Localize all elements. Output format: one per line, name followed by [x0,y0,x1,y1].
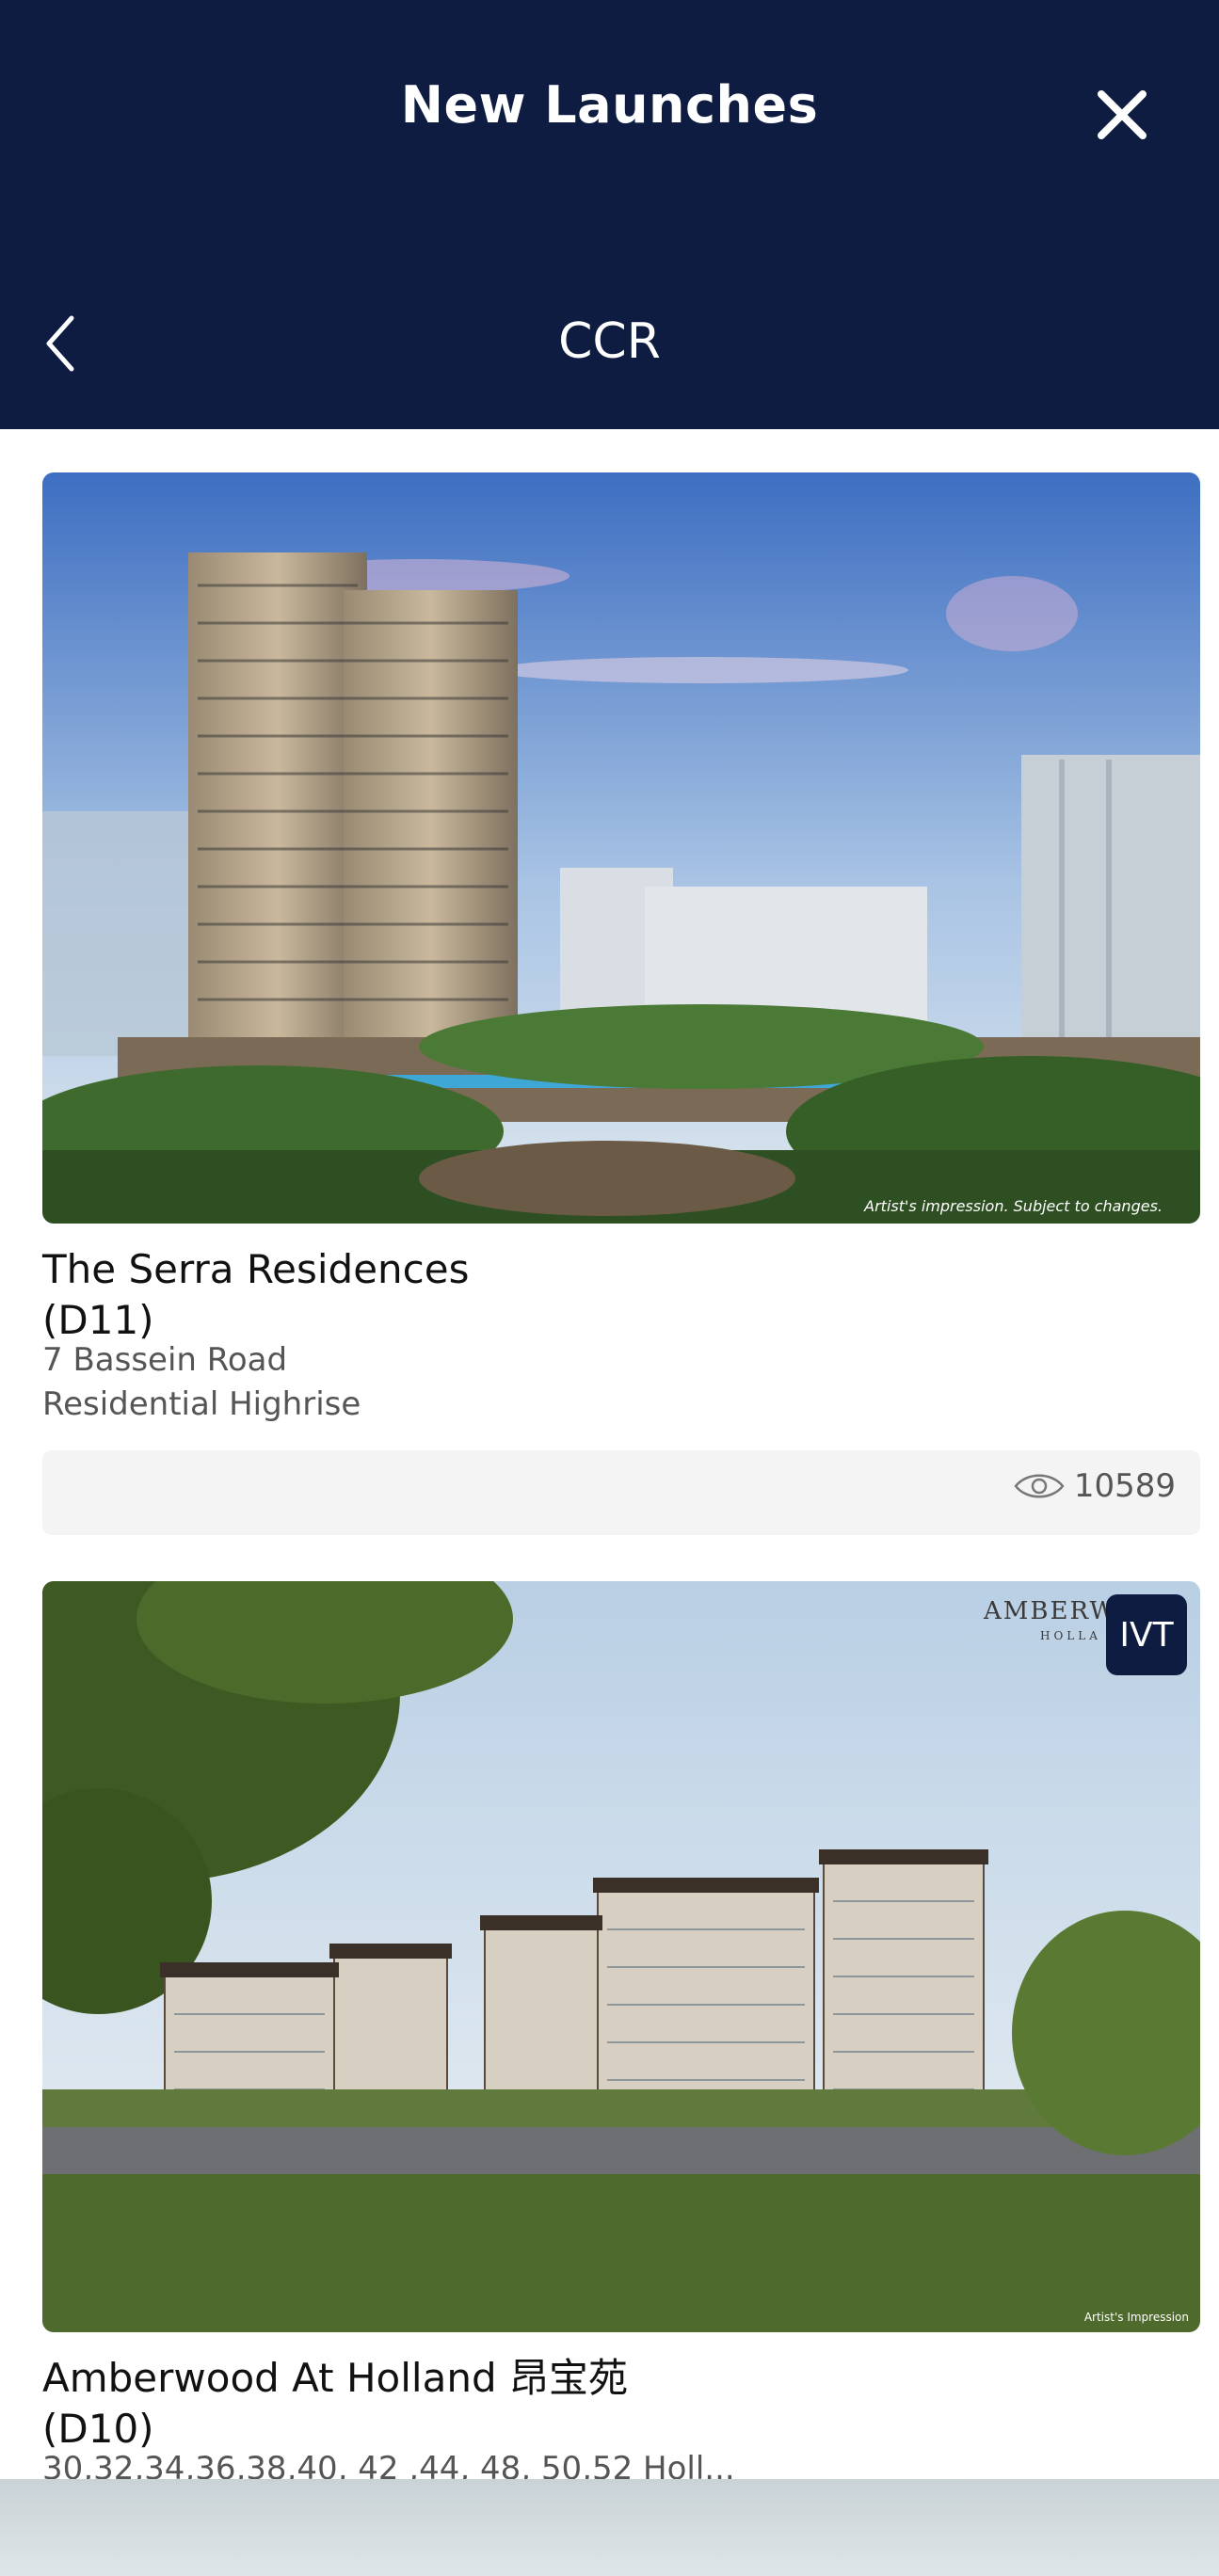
image-logo-sub: HOLLA [1040,1629,1101,1642]
bottom-fade [0,2479,1219,2576]
app-header: New Launches CCR [0,0,1219,429]
listing-image[interactable]: AMBERW HOLLA Artist's Impression [42,1581,1200,2332]
eye-icon [1014,1474,1065,1498]
views-count: 10589 [1073,1467,1176,1505]
listing-type: Residential Highrise [42,1385,361,1423]
listing-district: (D11) [42,1297,154,1343]
building-photo: AMBERW HOLLA Artist's Impression [42,1581,1200,2332]
listing-title[interactable]: The Serra Residences (D11) [42,1244,890,1346]
building-photo: Artist's impression. Subject to changes. [42,472,1200,1224]
listing-name: Amberwood At Holland 昂宝苑 [42,2355,628,2401]
image-logo: AMBERW [983,1597,1116,1625]
listing-image[interactable]: Artist's impression. Subject to changes. [42,472,1200,1224]
listing-district: (D10) [42,2406,154,2452]
image-caption: Artist's Impression [1084,2311,1189,2324]
views-bar: 10589 [42,1450,1200,1535]
image-caption: Artist's impression. Subject to changes. [863,1197,1163,1215]
page-title: New Launches [400,75,819,135]
close-button[interactable] [1092,85,1152,145]
listing-title[interactable]: Amberwood At Holland 昂宝苑 (D10) [42,2353,890,2455]
listing-name: The Serra Residences [42,1246,470,1292]
region-title: CCR [558,313,661,370]
ivt-badge: IVT [1106,1594,1187,1675]
close-icon [1098,90,1147,139]
listing-address: 7 Bassein Road [42,1341,288,1379]
